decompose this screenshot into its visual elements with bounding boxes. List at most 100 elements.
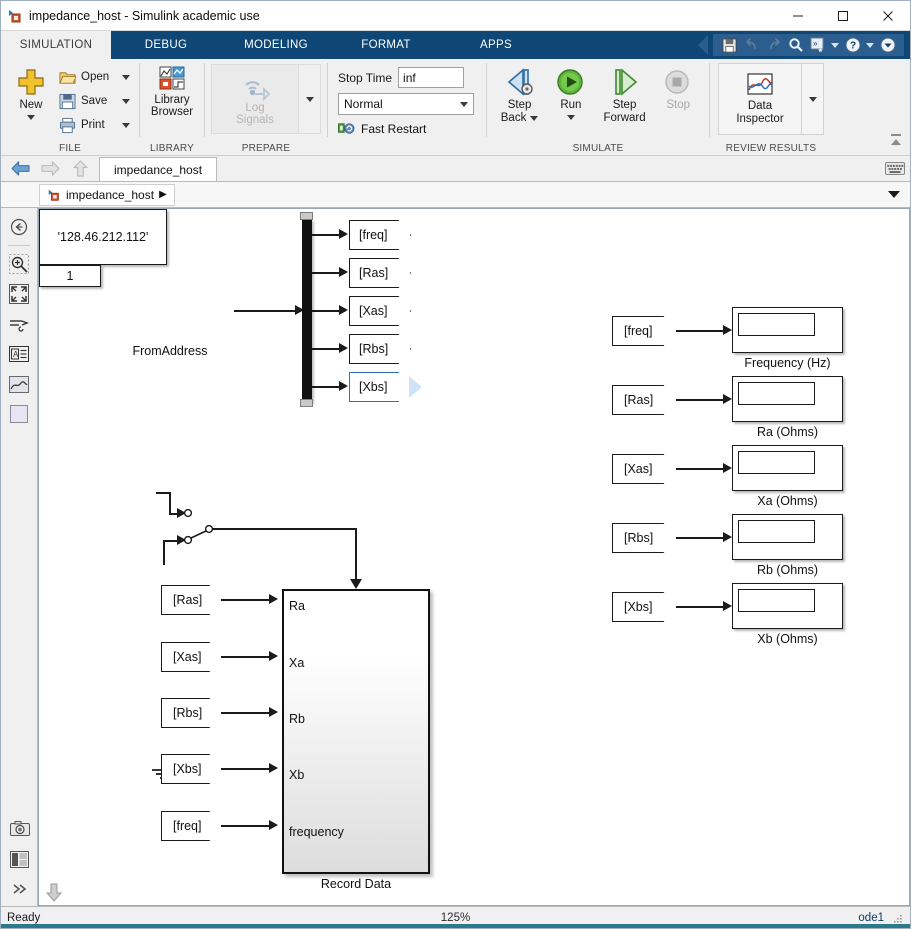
display-from-tag-xas[interactable]: [Xas] (612, 454, 678, 484)
from-tag-freq[interactable]: [freq] (161, 811, 223, 841)
search-icon[interactable] (787, 37, 804, 54)
favorites-icon[interactable]: » (809, 37, 826, 54)
fast-restart-button[interactable]: Fast Restart (338, 121, 426, 136)
data-inspector-button[interactable]: Data Inspector (718, 63, 802, 135)
print-caret-icon[interactable] (122, 122, 130, 128)
tab-apps[interactable]: APPS (441, 31, 551, 59)
constant-value: 1 (66, 269, 74, 283)
log-signals-button[interactable]: Log Signals (211, 64, 299, 134)
help-icon[interactable]: ? (844, 37, 861, 54)
run-caret-icon[interactable] (566, 115, 575, 120)
horizontal-scrollbar[interactable] (1, 924, 910, 928)
goto-tag-xas[interactable]: [Xas] (349, 296, 411, 326)
wire-switch-out-v (355, 528, 357, 582)
tab-simulation[interactable]: SIMULATION (1, 31, 111, 59)
zoom-in-icon[interactable] (5, 249, 33, 279)
area-icon[interactable] (5, 399, 33, 429)
log-signals-label-1: Log (245, 102, 265, 114)
goto-tag-rbs[interactable]: [Rbs] (349, 334, 411, 364)
new-caret-icon[interactable] (27, 115, 35, 120)
tab-debug[interactable]: DEBUG (111, 31, 221, 59)
demux-handle-bottom[interactable] (300, 399, 313, 407)
undo-icon[interactable] (743, 37, 760, 54)
breadcrumb-model-chip[interactable]: impedance_host ▶ (39, 183, 175, 206)
wire-ras-record (221, 599, 271, 601)
library-browser-label-2: Browser (150, 106, 194, 118)
step-forward-button[interactable]: Step Forward (596, 65, 652, 127)
display-from-tag-freq[interactable]: [freq] (612, 316, 678, 346)
breadcrumb-path-label: impedance_host (66, 187, 155, 202)
save-icon[interactable] (721, 37, 738, 54)
save-caret-icon[interactable] (122, 98, 130, 104)
expand-icon[interactable] (879, 37, 896, 54)
navigate-back-icon[interactable] (5, 212, 33, 242)
annotation-icon[interactable]: A (5, 339, 33, 369)
display-block-rb[interactable] (732, 514, 843, 560)
data-inspector-dropdown-button[interactable] (802, 63, 824, 135)
fit-to-view-icon[interactable] (5, 279, 33, 309)
display-from-tag-xbs-label: [Xbs] (624, 600, 653, 614)
demux-handle-top[interactable] (300, 212, 313, 220)
model-canvas[interactable]: '128.46.212.112' FromAddress [freq] [Ras… (38, 208, 910, 906)
open-caret-icon[interactable] (122, 74, 130, 80)
goto-tag-freq[interactable]: [freq] (349, 220, 411, 250)
manual-switch-block[interactable] (183, 501, 217, 549)
constant-block[interactable]: 1 (39, 265, 101, 287)
from-tag-xbs[interactable]: [Xbs] (161, 754, 223, 784)
status-zoom-level[interactable]: 125% (1, 912, 910, 924)
new-button[interactable]: New (7, 63, 55, 122)
wire-ras-display (676, 399, 726, 401)
display-block-xb[interactable] (732, 583, 843, 629)
display-block-frequency[interactable] (732, 307, 843, 353)
from-tag-xas[interactable]: [Xas] (161, 642, 223, 672)
minimize-button[interactable] (775, 1, 820, 31)
step-back-button[interactable]: Step Back (494, 65, 546, 127)
from-address-block[interactable]: '128.46.212.112' (39, 209, 167, 902)
run-button[interactable]: Run (547, 65, 595, 122)
display-from-tag-ras[interactable]: [Ras] (612, 385, 678, 415)
signal-routing-icon[interactable] (5, 309, 33, 339)
image-icon[interactable] (5, 369, 33, 399)
ribbon-group-file-title: FILE (59, 143, 81, 154)
step-forward-icon (614, 68, 637, 96)
tab-format[interactable]: FORMAT (331, 31, 441, 59)
open-button[interactable]: Open (55, 65, 134, 89)
wire-constant-down-a (156, 492, 170, 494)
stop-button[interactable]: Stop (654, 65, 702, 114)
display-from-tag-rbs[interactable]: [Rbs] (612, 523, 678, 553)
chevron-down-icon[interactable] (888, 191, 900, 198)
goto-tag-xbs[interactable]: [Xbs] (349, 372, 411, 402)
prepare-dropdown-button[interactable] (299, 64, 321, 134)
library-browser-button[interactable]: Library Browser (146, 63, 198, 120)
save-button[interactable]: Save (55, 89, 134, 113)
chevron-down-icon (460, 101, 468, 107)
status-solver[interactable]: ode1 (858, 912, 884, 924)
up-arrow-icon[interactable] (65, 155, 95, 181)
step-back-caret-icon[interactable] (530, 116, 539, 121)
keyboard-icon[interactable] (880, 155, 910, 181)
arrowhead-display-ras (723, 394, 732, 404)
favorites-caret-icon[interactable] (831, 42, 839, 48)
tab-modeling[interactable]: MODELING (221, 31, 331, 59)
simulation-mode-select[interactable]: Normal (338, 93, 474, 115)
print-button[interactable]: Print (55, 113, 134, 137)
redo-icon[interactable] (765, 37, 782, 54)
maximize-button[interactable] (820, 1, 865, 31)
from-tag-ras[interactable]: [Ras] (161, 585, 223, 615)
close-button[interactable] (865, 1, 910, 31)
camera-icon[interactable] (6, 814, 34, 844)
display-from-tag-xbs[interactable]: [Xbs] (612, 592, 678, 622)
forward-arrow-icon[interactable] (35, 155, 65, 181)
display-block-ra[interactable] (732, 376, 843, 422)
expand-chevrons-icon[interactable] (6, 874, 34, 904)
stop-time-input[interactable] (398, 67, 465, 88)
layout-icon[interactable] (6, 844, 34, 874)
display-block-xa[interactable] (732, 445, 843, 491)
from-tag-rbs[interactable]: [Rbs] (161, 698, 223, 728)
help-caret-icon[interactable] (866, 42, 874, 48)
collapse-ribbon-icon[interactable] (888, 132, 904, 151)
goto-tag-ras[interactable]: [Ras] (349, 258, 411, 288)
document-tab-impedance-host[interactable]: impedance_host (99, 157, 218, 181)
back-arrow-icon[interactable] (5, 155, 35, 181)
demux-block[interactable] (302, 219, 312, 402)
